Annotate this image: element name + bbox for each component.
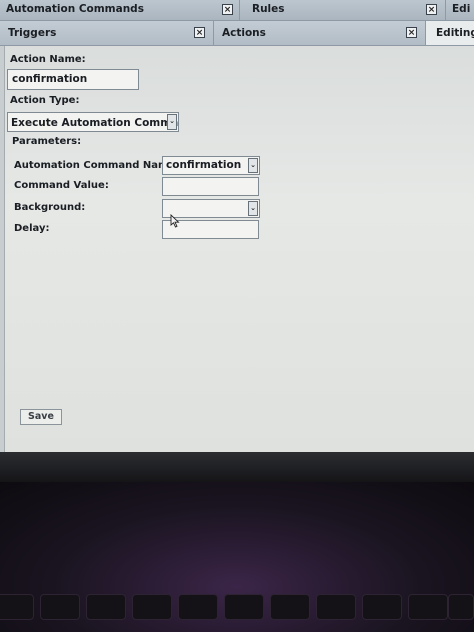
- left-panel-edge: [0, 46, 5, 452]
- keyboard-key: [408, 594, 448, 620]
- tab-actions[interactable]: Actions ×: [214, 21, 426, 45]
- keyboard-key: [132, 594, 172, 620]
- chevron-down-icon[interactable]: ⌄: [248, 158, 258, 173]
- tab-label: Actions: [222, 27, 266, 39]
- tab-label: Editing: [436, 27, 474, 39]
- close-icon[interactable]: ×: [194, 27, 205, 38]
- automation-command-name-label: Automation Command Name:: [14, 160, 180, 171]
- background-label: Background:: [14, 202, 86, 213]
- tab-label: Edi: [452, 3, 471, 15]
- keyboard-key: [448, 594, 474, 620]
- close-icon[interactable]: ×: [406, 27, 417, 38]
- keyboard-key: [316, 594, 356, 620]
- monitor-bezel: [0, 452, 474, 482]
- tab-editing-top[interactable]: Edi: [446, 0, 474, 20]
- chevron-down-icon[interactable]: ⌄: [167, 114, 177, 130]
- screen: Automation Commands × Rules × Edi Trigge…: [0, 0, 474, 452]
- command-value-input[interactable]: [162, 177, 259, 196]
- keyboard-key-row: [0, 594, 474, 622]
- keyboard-key: [86, 594, 126, 620]
- close-icon[interactable]: ×: [426, 4, 437, 15]
- tab-editing[interactable]: Editing: [426, 21, 474, 45]
- keyboard-key: [178, 594, 218, 620]
- tab-automation-commands[interactable]: Automation Commands ×: [0, 0, 240, 20]
- tab-label: Rules: [252, 3, 285, 15]
- keyboard-key: [270, 594, 310, 620]
- automation-command-name-value: confirmation: [166, 159, 242, 171]
- keyboard-key: [0, 594, 34, 620]
- action-type-value: Execute Automation Command: [11, 117, 179, 129]
- chevron-down-icon[interactable]: ⌄: [248, 201, 258, 216]
- secondary-tab-bar: Triggers × Actions × Editing: [0, 21, 474, 46]
- top-tab-bar: Automation Commands × Rules × Edi: [0, 0, 474, 21]
- keyboard-key: [224, 594, 264, 620]
- keyboard-key: [362, 594, 402, 620]
- close-icon[interactable]: ×: [222, 4, 233, 15]
- mouse-pointer-icon: [170, 214, 180, 228]
- action-type-select[interactable]: Execute Automation Command ⌄: [7, 112, 179, 132]
- automation-command-name-select[interactable]: confirmation ⌄: [162, 156, 260, 175]
- action-name-input[interactable]: confirmation: [7, 69, 139, 90]
- tab-triggers[interactable]: Triggers ×: [0, 21, 214, 45]
- command-value-label: Command Value:: [14, 180, 109, 191]
- delay-label: Delay:: [14, 223, 50, 234]
- tab-label: Triggers: [8, 27, 57, 39]
- tab-rules[interactable]: Rules ×: [240, 0, 446, 20]
- tab-label: Automation Commands: [6, 3, 144, 15]
- action-name-label: Action Name:: [10, 54, 86, 65]
- action-type-label: Action Type:: [10, 95, 80, 106]
- save-button[interactable]: Save: [20, 409, 62, 425]
- keyboard-area: [0, 482, 474, 632]
- keyboard-key: [40, 594, 80, 620]
- parameters-label: Parameters:: [12, 136, 82, 147]
